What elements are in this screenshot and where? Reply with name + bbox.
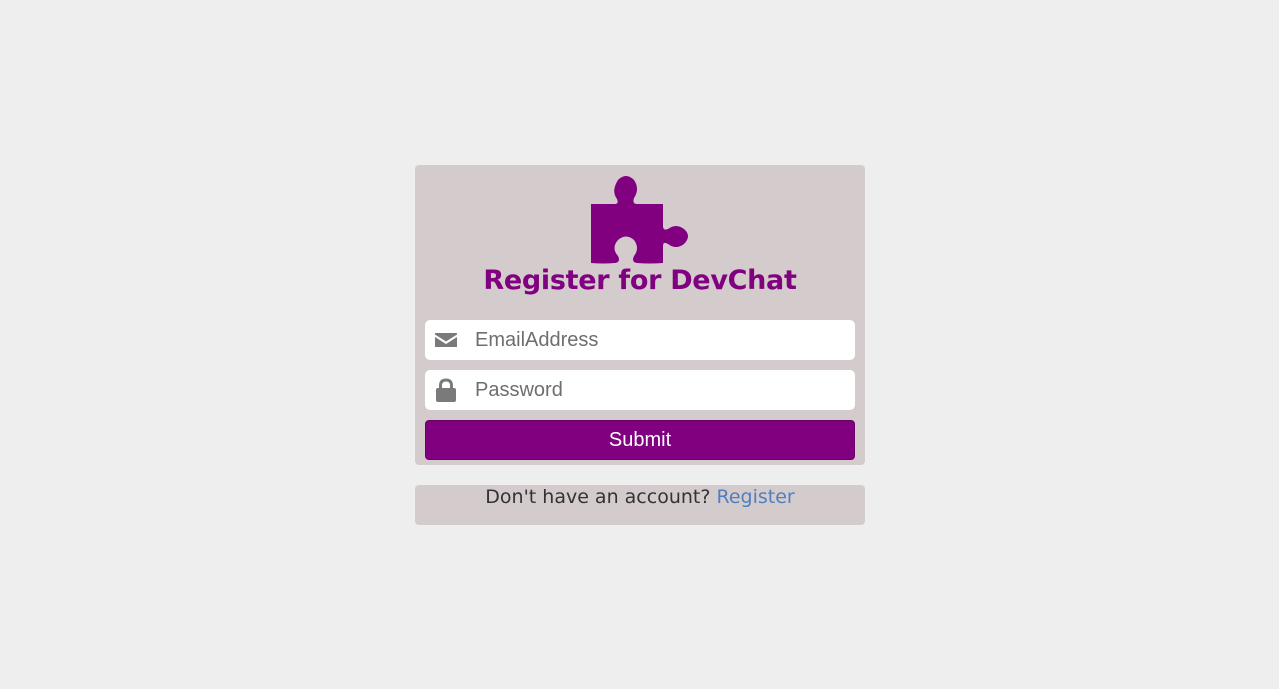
email-field[interactable] [425, 320, 855, 360]
lock-icon [436, 378, 456, 402]
puzzle-piece-icon [591, 176, 688, 264]
submit-button[interactable]: Submit [425, 420, 855, 460]
page-title: Register for DevChat [483, 265, 797, 296]
register-link[interactable]: Register [716, 486, 794, 508]
footer-card: Don't have an account? Register [415, 485, 865, 525]
password-field[interactable] [425, 370, 855, 410]
envelope-icon [435, 333, 457, 347]
email-input[interactable] [475, 320, 845, 360]
password-input[interactable] [475, 370, 845, 410]
account-prompt: Don't have an account? [485, 486, 717, 508]
